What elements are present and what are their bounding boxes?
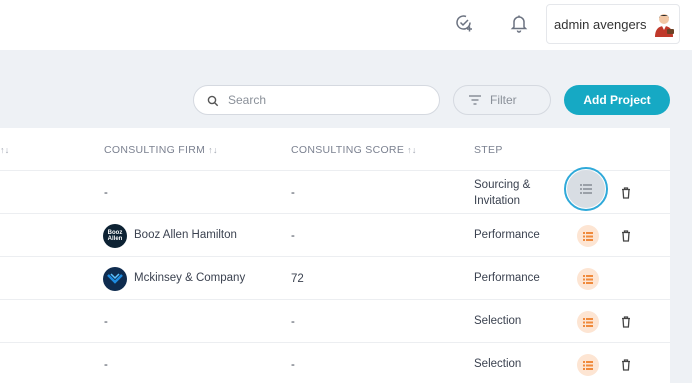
list-icon — [580, 184, 592, 194]
view-details-button[interactable] — [577, 268, 599, 290]
view-details-button[interactable] — [564, 167, 608, 211]
list-icon — [583, 274, 593, 284]
trash-icon[interactable] — [619, 315, 633, 329]
score-cell: - — [291, 187, 295, 199]
bell-icon[interactable] — [509, 13, 529, 33]
table-row: - - Selection — [0, 300, 670, 343]
view-details-button[interactable] — [577, 354, 599, 376]
sort-icon: ↑↓ — [0, 145, 10, 155]
header-step: STEP — [474, 144, 503, 156]
add-project-button[interactable]: Add Project — [564, 85, 670, 115]
header-consulting-firm[interactable]: CONSULTING FIRM ↑↓ — [104, 144, 218, 156]
step-cell: Selection — [474, 315, 522, 327]
logo-text: Booz Allen — [107, 230, 123, 242]
projects-table: ↑↓ CONSULTING FIRM ↑↓ CONSULTING SCORE ↑↓ … — [0, 128, 670, 383]
score-cell: - — [291, 316, 295, 328]
firm-logo — [103, 267, 127, 291]
score-cell: - — [291, 230, 295, 242]
trash-icon[interactable] — [619, 358, 633, 372]
header-consulting-score[interactable]: CONSULTING SCORE ↑↓ — [291, 144, 417, 156]
list-icon — [583, 317, 593, 327]
search-icon — [207, 94, 219, 107]
step-cell: Selection — [474, 358, 522, 370]
view-details-button[interactable] — [577, 311, 599, 333]
score-cell: - — [291, 359, 295, 371]
header-label: CONSULTING FIRM — [104, 144, 206, 156]
first-column-sort[interactable]: ↑↓ — [0, 144, 10, 156]
button-inner — [567, 170, 605, 208]
search-box[interactable] — [193, 85, 440, 115]
user-name: admin avengers — [554, 16, 647, 32]
user-menu[interactable]: admin avengers — [546, 4, 680, 44]
firm-cell: Booz Allen Hamilton — [134, 229, 237, 241]
sort-icon: ↑↓ — [208, 145, 218, 155]
table-row: Booz Allen Booz Allen Hamilton - Perform… — [0, 214, 670, 257]
avatar — [651, 12, 677, 38]
step-line: Invitation — [474, 195, 521, 207]
filter-button[interactable]: Filter — [453, 85, 551, 115]
search-input[interactable] — [228, 93, 418, 107]
trash-icon[interactable] — [619, 229, 633, 243]
table-header: ↑↓ CONSULTING FIRM ↑↓ CONSULTING SCORE ↑↓ … — [0, 128, 670, 171]
firm-cell: - — [104, 187, 108, 199]
check-add-icon[interactable] — [454, 13, 474, 33]
step-cell: Performance — [474, 272, 540, 284]
sort-icon: ↑↓ — [407, 145, 417, 155]
score-cell: 72 — [291, 273, 304, 285]
list-icon — [583, 231, 593, 241]
step-cell: Performance — [474, 229, 540, 241]
top-bar: admin avengers — [0, 0, 692, 50]
table-row: - - Selection — [0, 343, 670, 383]
list-icon — [583, 360, 593, 370]
step-cell: Sourcing & Invitation — [474, 177, 554, 209]
table-row: Mckinsey & Company 72 Performance — [0, 257, 670, 300]
view-details-button[interactable] — [577, 225, 599, 247]
filter-icon — [468, 94, 482, 106]
firm-cell: Mckinsey & Company — [134, 272, 246, 284]
filter-label: Filter — [490, 93, 517, 107]
firm-cell: - — [104, 359, 108, 371]
trash-icon[interactable] — [619, 186, 633, 200]
step-line: Sourcing & — [474, 179, 531, 191]
table-row: - - Sourcing & Invitation — [0, 167, 670, 214]
header-label: CONSULTING SCORE — [291, 144, 405, 156]
firm-cell: - — [104, 316, 108, 328]
firm-logo: Booz Allen — [103, 224, 127, 248]
